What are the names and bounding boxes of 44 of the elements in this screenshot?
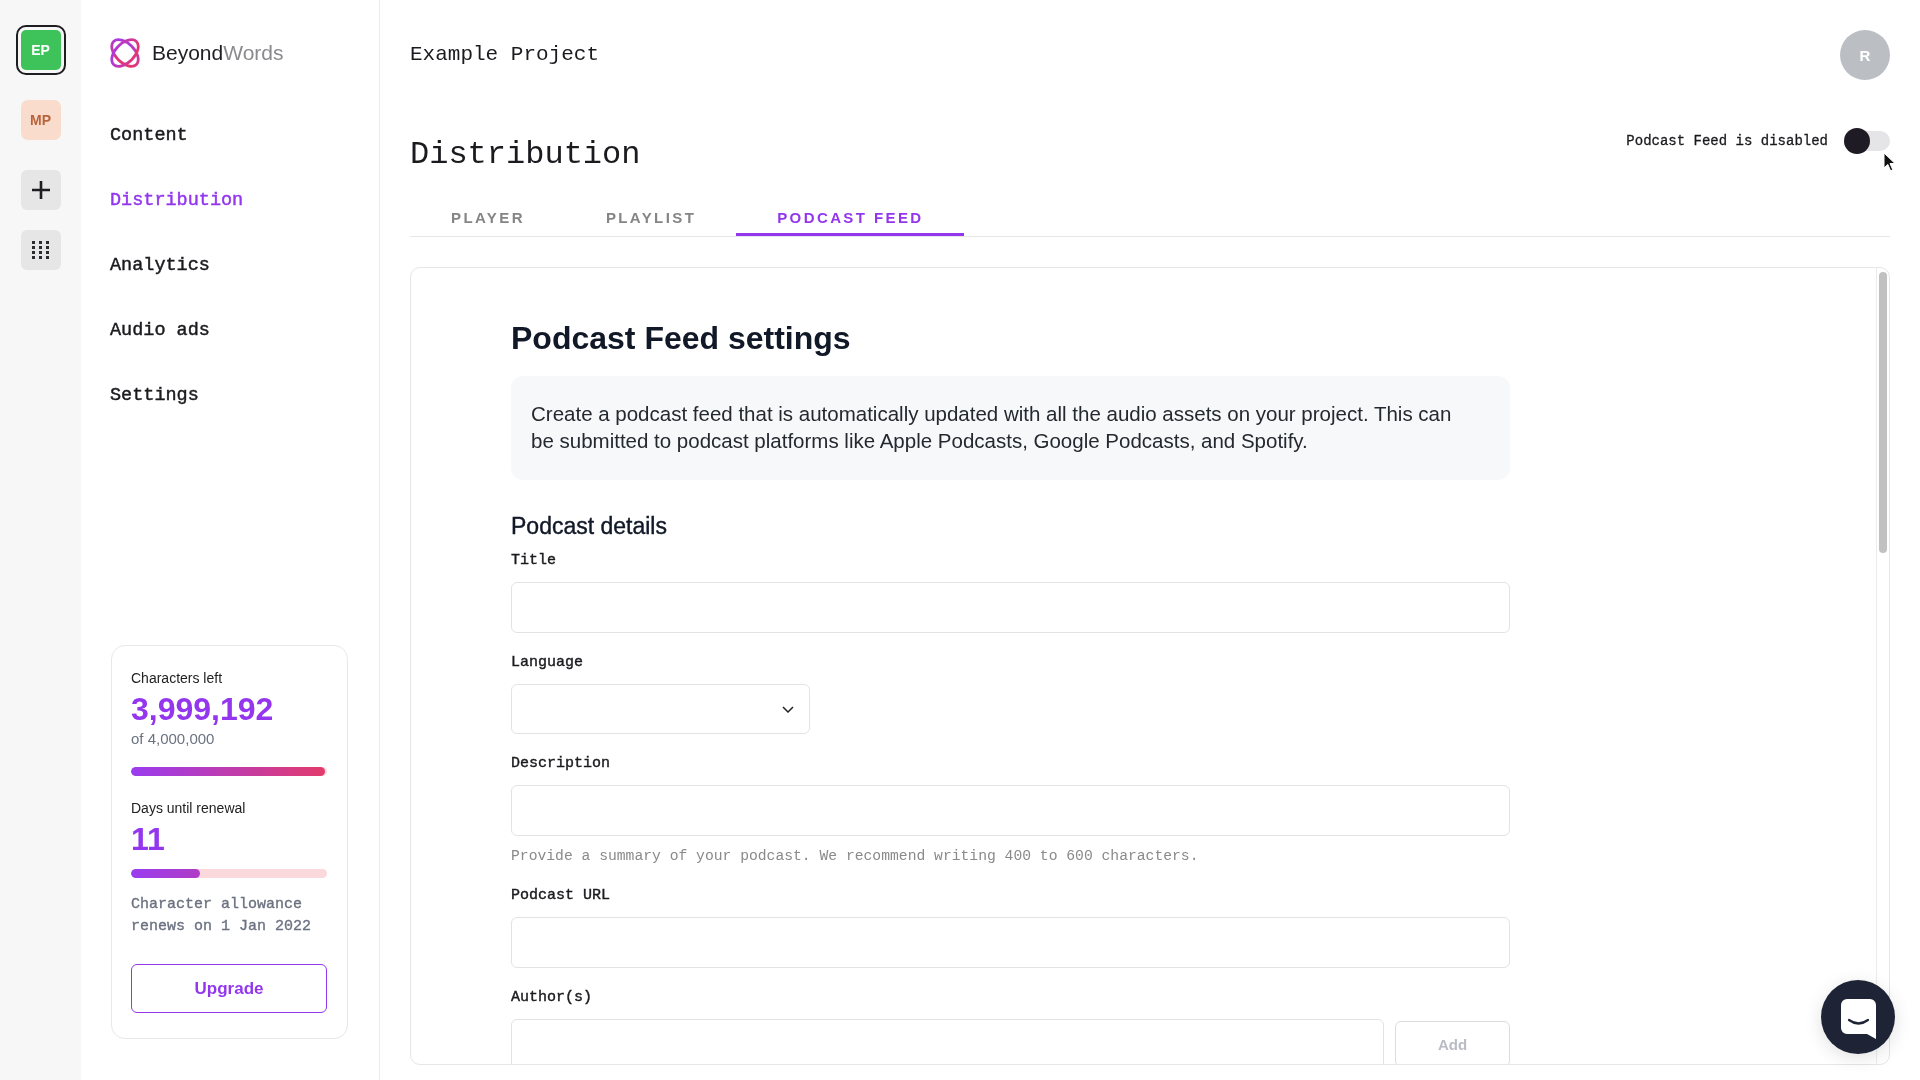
project-tile[interactable]: MP <box>20 100 61 140</box>
tab[interactable]: PLAYLIST <box>564 193 737 236</box>
project-name: Example Project <box>410 42 600 68</box>
field-label: Title <box>511 551 557 571</box>
chevron-down-icon <box>782 705 794 713</box>
feed-toggle[interactable] <box>1844 128 1890 154</box>
nav-item[interactable]: Settings <box>110 363 199 428</box>
plus-button[interactable] <box>20 170 61 210</box>
tab[interactable]: PLAYER <box>410 193 565 236</box>
renewal-label: Days until renewal <box>131 799 247 817</box>
input-field[interactable] <box>511 785 1510 836</box>
logo-icon <box>110 38 140 68</box>
dot-grid-icon <box>32 241 49 259</box>
scrollbar-thumb[interactable] <box>1879 272 1887 553</box>
input-field[interactable] <box>511 1019 1385 1064</box>
input-field[interactable] <box>511 917 1510 968</box>
toggle-label: Podcast Feed is disabled <box>1626 132 1828 151</box>
plus-icon <box>31 181 50 199</box>
section-heading: Podcast details <box>511 512 668 541</box>
nav-item[interactable]: Audio ads <box>110 298 210 363</box>
field-label: Description <box>511 754 612 774</box>
field-label: Language <box>511 653 584 673</box>
field-label: Podcast URL <box>511 886 612 906</box>
usage-total: of 4,000,000 <box>131 730 216 748</box>
cursor-icon <box>1883 152 1896 172</box>
renewal-value: 11 <box>131 822 166 856</box>
tab[interactable]: PODCAST FEED <box>736 193 964 236</box>
chat-bubble-icon <box>1840 998 1876 1039</box>
nav-item[interactable]: Distribution <box>110 168 244 233</box>
usage-value: 3,999,192 <box>131 692 275 726</box>
upgrade-button[interactable]: Upgrade <box>131 964 327 1013</box>
nav-item[interactable]: Content <box>110 103 188 168</box>
intro-text: Create a podcast feed that is automatically updated with all the audio assets on your project. This can be submitted to podcast platforms like Apple Podcasts, Google Podcasts, and Spotify. <box>531 401 1453 454</box>
field-hint: Provide a summary of your podcast. We recommend writing 400 to 600 characters. <box>511 847 1200 866</box>
field-label: Author(s) <box>511 988 593 1008</box>
input-field[interactable] <box>511 582 1510 633</box>
renewal-note: Character allowance renews on 1 Jan 2022 <box>131 895 313 937</box>
settings-heading: Podcast Feed settings <box>511 319 852 358</box>
apps-button[interactable] <box>20 230 61 270</box>
select-field[interactable] <box>511 684 810 734</box>
page-title: Distribution <box>410 135 641 175</box>
nav-item[interactable]: Analytics <box>110 233 210 298</box>
usage-label: Characters left <box>131 669 224 687</box>
brand-name: BeyondWords <box>152 40 284 66</box>
